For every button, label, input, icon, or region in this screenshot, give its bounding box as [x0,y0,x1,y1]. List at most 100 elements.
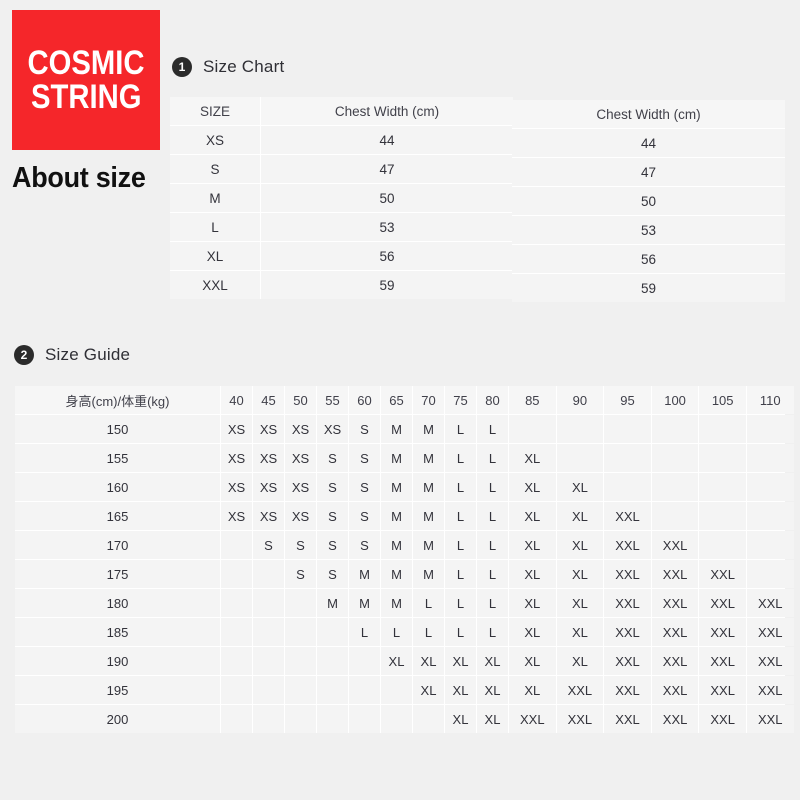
size-guide-size-cell [253,647,284,675]
size-guide-size-cell [746,502,794,530]
size-guide-size-cell: L [381,618,412,646]
size-guide-size-cell: XXL [699,618,746,646]
size-guide-size-cell [317,705,348,733]
size-guide-size-cell: XXL [699,676,746,704]
size-chart-cell-chest-1: 53 [261,213,513,241]
size-guide-size-cell: XL [445,676,476,704]
size-guide-size-cell [651,444,699,472]
size-guide-size-cell: XL [509,589,556,617]
size-guide-size-cell: L [445,444,476,472]
size-chart-cell-size: XXL [170,271,260,299]
size-chart-table-secondary: Chest Width (cm) 44 47 50 53 56 59 [512,100,785,302]
size-guide-size-cell: L [477,473,508,501]
size-guide-size-cell: M [413,415,444,443]
size-guide-size-cell: XL [509,444,556,472]
size-guide-size-cell: L [445,502,476,530]
size-chart-cell-size: S [170,155,260,183]
size-guide-size-cell: XS [285,473,316,501]
size-guide-size-cell: M [381,444,412,472]
size-chart-cell-chest-2: 56 [512,245,785,273]
size-guide-size-cell: XS [285,444,316,472]
size-guide-size-cell [556,444,604,472]
size-guide-height-label: 190 [15,647,220,675]
size-guide-size-cell: S [349,502,380,530]
size-guide-size-cell: M [413,502,444,530]
size-guide-size-cell: S [349,415,380,443]
size-guide-size-cell: XXL [699,647,746,675]
size-guide-size-cell [556,415,604,443]
size-chart-cell-chest-2: 47 [512,158,785,186]
size-guide-size-cell: M [349,589,380,617]
size-chart-cell-chest-1: 56 [261,242,513,270]
size-guide-weight-header: 75 [445,386,476,414]
size-guide-size-cell: XL [509,618,556,646]
size-guide-size-cell: XXL [651,531,699,559]
size-chart-table-primary: SIZE Chest Width (cm) XS 44 S 47 M 50 L 53 XL 56 XXL… [170,97,513,299]
size-guide-size-cell: XS [253,444,284,472]
size-chart-cell-chest-1: 59 [261,271,513,299]
size-guide-weight-header: 100 [651,386,699,414]
size-guide-size-cell: M [381,531,412,559]
size-guide-size-cell: XXL [651,676,699,704]
size-chart-cell-chest-1: 44 [261,126,513,154]
size-guide-size-cell: XS [253,502,284,530]
size-guide-size-cell: XXL [604,676,651,704]
size-guide-size-cell [604,444,651,472]
size-guide-size-cell [253,705,284,733]
size-chart-cell-chest-2: 50 [512,187,785,215]
size-guide-size-cell [746,415,794,443]
size-guide-size-cell: XS [221,473,252,501]
size-guide-section-heading: 2 Size Guide [14,345,130,365]
size-guide-size-cell: XXL [746,618,794,646]
size-guide-size-cell: XS [221,502,252,530]
size-guide-height-label: 160 [15,473,220,501]
size-guide-size-cell: XL [556,618,604,646]
size-guide-size-cell: S [349,531,380,559]
size-guide-size-cell [253,560,284,588]
size-guide-size-cell: L [413,589,444,617]
size-guide-size-cell: L [445,473,476,501]
size-guide-size-cell: XXL [604,531,651,559]
size-guide-size-cell: XXL [604,705,651,733]
size-guide-size-cell: XXL [699,705,746,733]
size-guide-weight-header: 70 [413,386,444,414]
size-guide-size-cell: XS [285,415,316,443]
size-guide-size-cell: XS [253,473,284,501]
size-guide-size-cell: L [477,560,508,588]
size-guide-size-cell: XL [445,647,476,675]
step-number-badge-1: 1 [172,57,192,77]
size-guide-size-cell [317,618,348,646]
size-guide-size-cell [285,589,316,617]
size-guide-size-cell [317,676,348,704]
size-guide-size-cell: XL [556,531,604,559]
size-guide-size-cell [285,705,316,733]
size-guide-size-cell: XL [445,705,476,733]
size-guide-size-cell: S [317,531,348,559]
size-guide-size-cell [253,589,284,617]
size-guide-size-cell: M [349,560,380,588]
size-chart-cell-chest-2: 59 [512,274,785,302]
size-guide-size-cell: M [381,473,412,501]
size-guide-size-cell: XL [556,502,604,530]
size-guide-size-cell: XXL [699,560,746,588]
size-guide-size-cell [221,647,252,675]
size-guide-size-cell [349,705,380,733]
size-guide-size-cell: L [477,444,508,472]
size-guide-size-cell: XXL [746,705,794,733]
size-guide-corner-header: 身高(cm)/体重(kg) [15,386,220,414]
size-guide-size-cell: M [381,502,412,530]
size-guide-size-cell: XXL [604,560,651,588]
size-guide-size-cell [285,676,316,704]
size-guide-size-cell [746,473,794,501]
size-guide-size-cell: XS [253,415,284,443]
size-guide-size-cell: S [285,560,316,588]
size-guide-size-cell [221,705,252,733]
size-guide-size-cell [699,502,746,530]
size-guide-size-cell [699,444,746,472]
size-guide-size-cell: L [477,531,508,559]
size-guide-size-cell: XL [413,676,444,704]
size-guide-size-cell: S [317,444,348,472]
size-guide-size-cell: XL [509,676,556,704]
size-guide-height-label: 150 [15,415,220,443]
size-chart-cell-chest-1: 47 [261,155,513,183]
